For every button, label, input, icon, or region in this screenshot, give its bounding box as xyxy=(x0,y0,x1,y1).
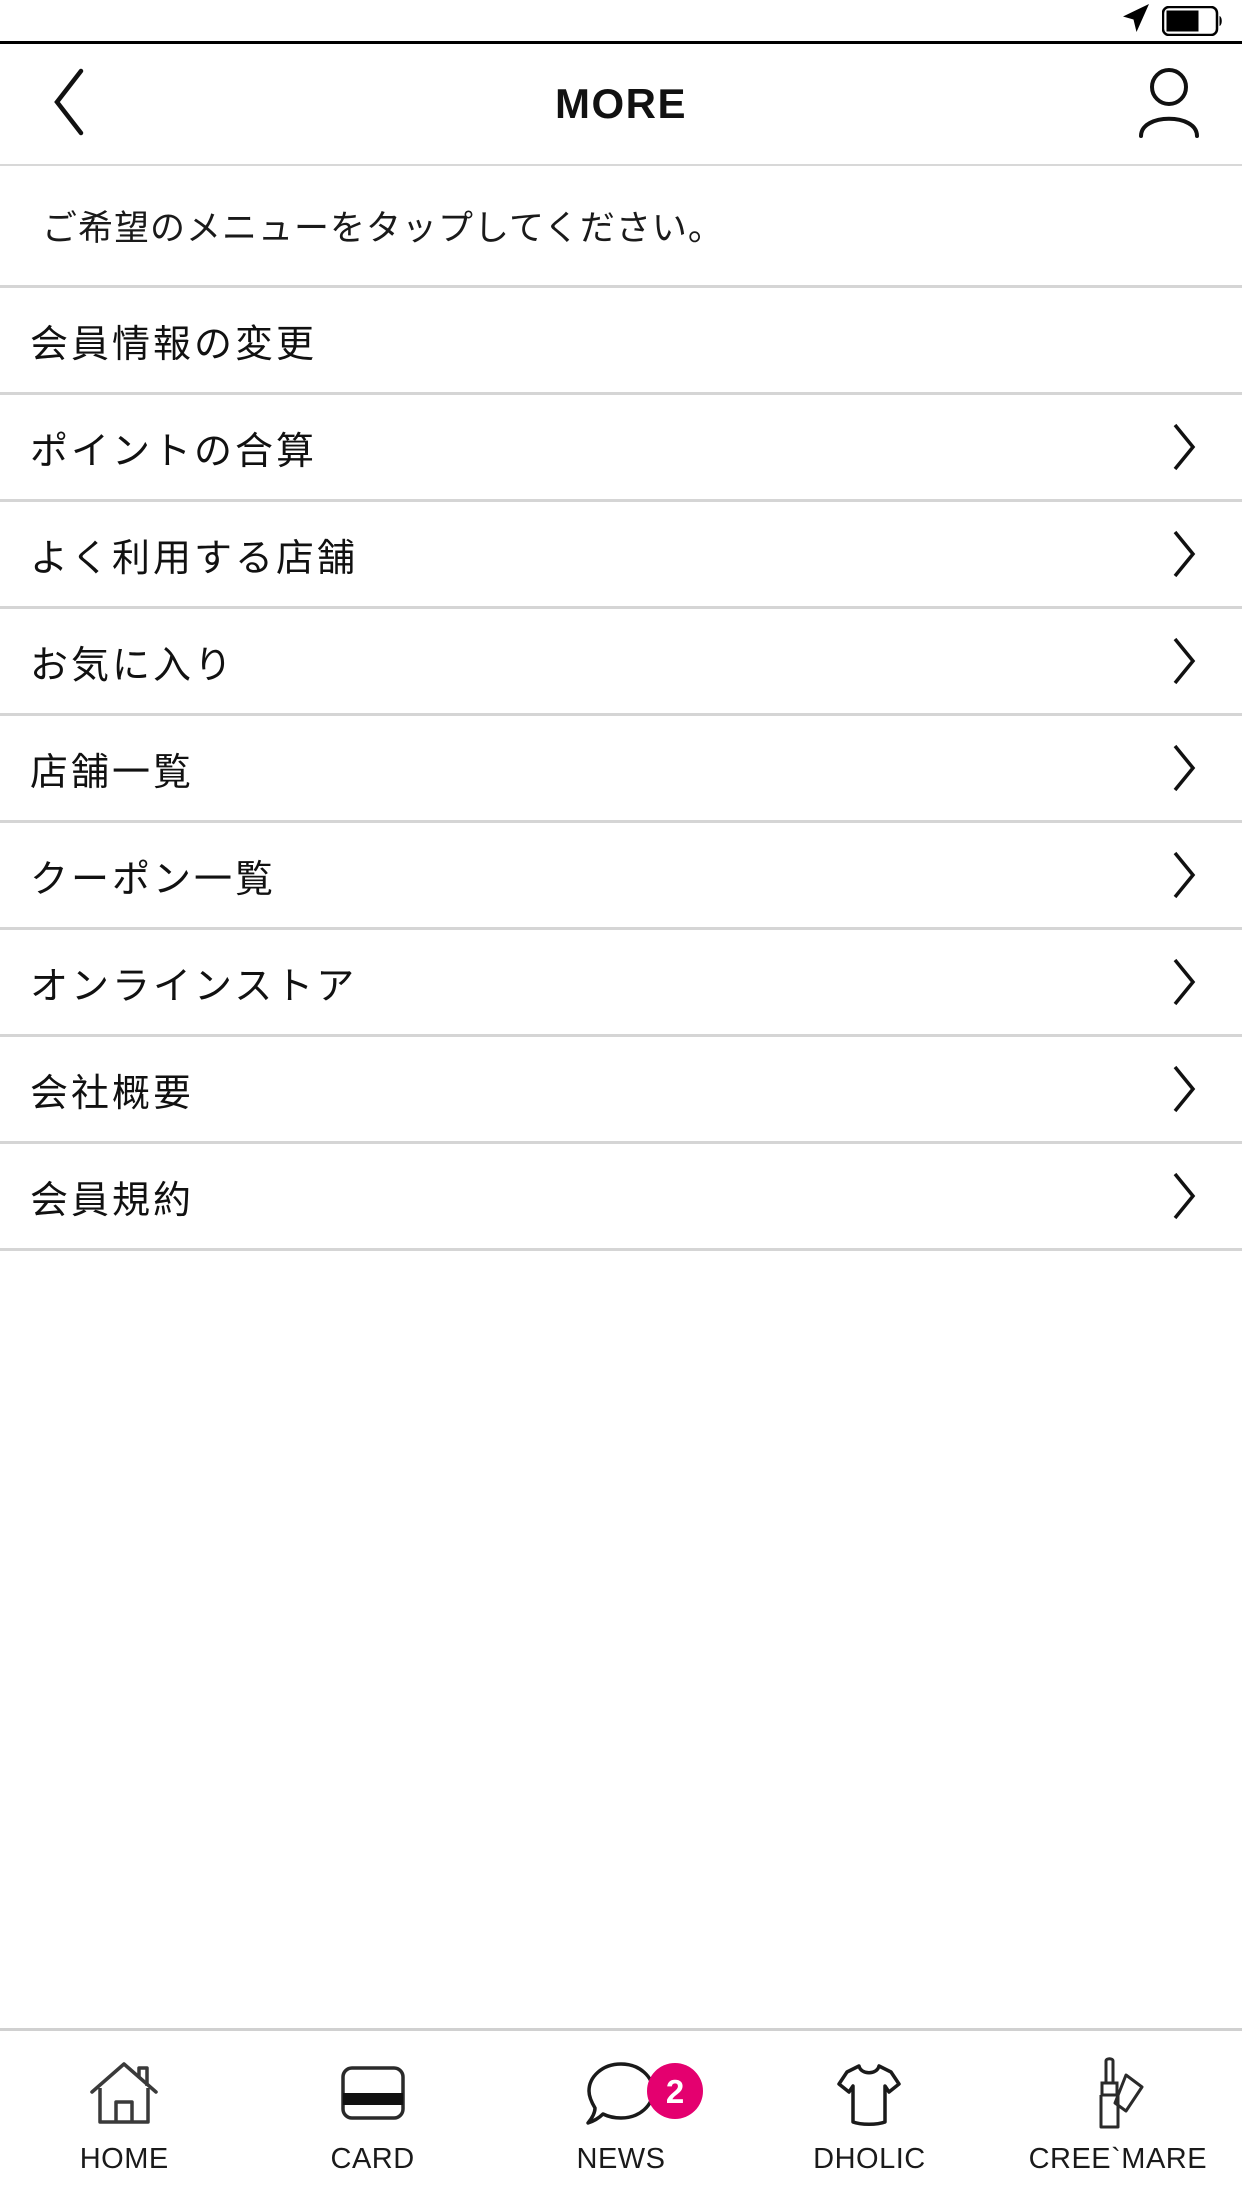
menu-item-label: 会社概要 xyxy=(30,1070,195,1115)
menu-item-point-merge[interactable]: ポイントの合算 xyxy=(0,395,1242,502)
battery-icon xyxy=(1162,5,1224,36)
chevron-right-icon xyxy=(1164,1063,1204,1115)
tab-news[interactable]: 2 NEWS xyxy=(497,2031,745,2208)
chevron-right-icon xyxy=(1164,956,1204,1008)
app-screen: MORE ご希望のメニューをタップしてください。 会員情報の変更 ポイントの合算 xyxy=(0,0,1242,2208)
credit-card-icon xyxy=(335,2053,411,2135)
status-bar xyxy=(0,0,1242,44)
chevron-right-icon xyxy=(1164,1170,1204,1222)
tab-label: DHOLIC xyxy=(813,2143,926,2175)
person-icon xyxy=(1135,66,1203,143)
nav-header: MORE xyxy=(0,44,1242,166)
tab-dholic[interactable]: DHOLIC xyxy=(745,2031,993,2208)
menu-item-favorites[interactable]: お気に入り xyxy=(0,609,1242,716)
home-icon xyxy=(86,2053,162,2135)
chevron-left-icon xyxy=(48,66,92,143)
status-bar-icons xyxy=(1118,1,1224,40)
speech-bubble-icon: 2 xyxy=(583,2053,704,2135)
menu-item-company-profile[interactable]: 会社概要 xyxy=(0,1037,1242,1144)
location-arrow-icon xyxy=(1118,1,1152,40)
menu-item-member-info[interactable]: 会員情報の変更 xyxy=(0,288,1242,395)
chevron-right-icon xyxy=(1164,421,1204,473)
menu-item-label: ポイントの合算 xyxy=(30,428,318,473)
menu-item-label: よく利用する店舗 xyxy=(30,535,359,580)
tab-label: CARD xyxy=(330,2143,415,2175)
page-title: MORE xyxy=(555,80,687,127)
menu-item-label: 会員情報の変更 xyxy=(30,321,318,366)
news-badge: 2 xyxy=(647,2063,704,2119)
chevron-right-icon xyxy=(1164,528,1204,580)
menu-item-frequent-stores[interactable]: よく利用する店舗 xyxy=(0,502,1242,609)
bottom-tab-bar: HOME CARD 2 NEWS DHOLIC CREE`MARE xyxy=(0,2028,1242,2208)
menu-item-label: クーポン一覧 xyxy=(30,856,277,901)
chevron-right-icon xyxy=(1164,849,1204,901)
menu-list: 会員情報の変更 ポイントの合算 よく利用する店舗 お気に入り 店舗一覧 クーポン… xyxy=(0,288,1242,1251)
profile-button[interactable] xyxy=(1124,59,1214,149)
chevron-right-icon xyxy=(1164,742,1204,794)
tab-card[interactable]: CARD xyxy=(248,2031,496,2208)
menu-item-label: 店舗一覧 xyxy=(30,749,195,794)
menu-item-store-list[interactable]: 店舗一覧 xyxy=(0,716,1242,823)
tab-label: CREE`MARE xyxy=(1028,2143,1208,2175)
instruction-text: ご希望のメニューをタップしてください。 xyxy=(0,166,1242,288)
back-button[interactable] xyxy=(24,58,116,150)
chevron-right-icon xyxy=(1164,314,1204,366)
tab-label: HOME xyxy=(79,2143,169,2175)
menu-item-label: 会員規約 xyxy=(30,1177,195,1222)
menu-item-label: お気に入り xyxy=(30,642,236,687)
content-spacer xyxy=(0,1251,1242,2028)
lipstick-icon xyxy=(1080,2053,1156,2135)
tab-creemare[interactable]: CREE`MARE xyxy=(994,2031,1242,2208)
tshirt-icon xyxy=(831,2053,907,2135)
menu-item-label: オンラインストア xyxy=(30,963,358,1008)
menu-item-member-terms[interactable]: 会員規約 xyxy=(0,1144,1242,1251)
chevron-right-icon xyxy=(1164,635,1204,687)
menu-item-coupon-list[interactable]: クーポン一覧 xyxy=(0,823,1242,930)
menu-item-online-store[interactable]: オンラインストア xyxy=(0,930,1242,1037)
tab-home[interactable]: HOME xyxy=(0,2031,248,2208)
tab-label: NEWS xyxy=(576,2143,666,2175)
